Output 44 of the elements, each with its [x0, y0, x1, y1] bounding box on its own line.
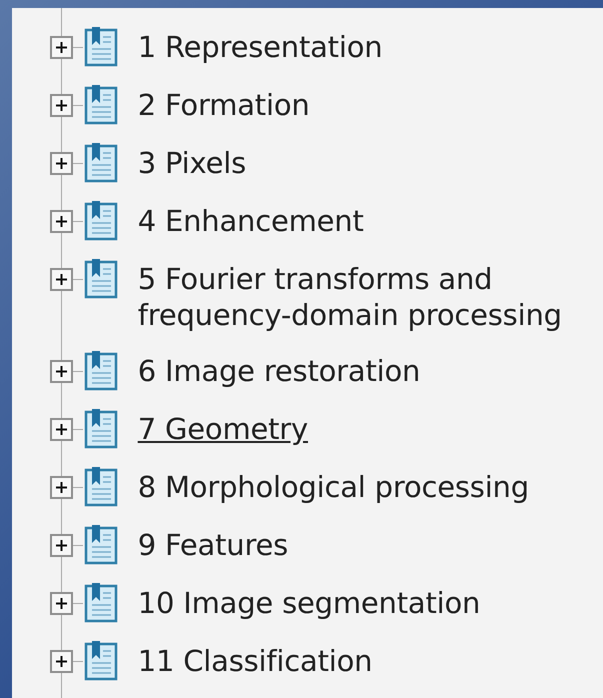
expand-button[interactable]: [50, 152, 73, 175]
plus-icon: [56, 274, 67, 285]
plus-icon: [56, 158, 67, 169]
plus-icon: [56, 366, 67, 377]
bookmark-icon: [84, 467, 118, 507]
bookmark-icon: [84, 201, 118, 241]
bookmark-item[interactable]: 2 Formation: [138, 87, 603, 123]
expand-button[interactable]: [50, 94, 73, 117]
bookmark-item[interactable]: 1 Representation: [138, 29, 603, 65]
plus-icon: [56, 216, 67, 227]
expand-button[interactable]: [50, 418, 73, 441]
expand-button[interactable]: [50, 210, 73, 233]
bookmark-item[interactable]: 4 Enhancement: [138, 203, 603, 239]
expand-button[interactable]: [50, 268, 73, 291]
bookmark-item[interactable]: 9 Features: [138, 527, 603, 563]
plus-icon: [56, 42, 67, 53]
expand-button[interactable]: [50, 592, 73, 615]
expand-button[interactable]: [50, 650, 73, 673]
bookmark-item[interactable]: 8 Morphological processing: [138, 469, 603, 505]
bookmark-item[interactable]: 6 Image restoration: [138, 353, 603, 389]
plus-icon: [56, 482, 67, 493]
bookmark-item[interactable]: 10 Image segmentation: [138, 585, 603, 621]
bookmark-icon: [84, 351, 118, 391]
plus-icon: [56, 656, 67, 667]
expand-button[interactable]: [50, 36, 73, 59]
bookmark-icon: [84, 27, 118, 67]
plus-icon: [56, 540, 67, 551]
bookmark-icon: [84, 641, 118, 681]
plus-icon: [56, 100, 67, 111]
bookmark-icon: [84, 583, 118, 623]
expand-button[interactable]: [50, 360, 73, 383]
bookmark-item[interactable]: 5 Fourier transforms and frequency-domain processing: [138, 261, 603, 333]
plus-icon: [56, 424, 67, 435]
expand-button[interactable]: [50, 534, 73, 557]
bookmark-icon: [84, 259, 118, 299]
bookmark-icon: [84, 85, 118, 125]
bookmark-icon: [84, 525, 118, 565]
bookmark-item[interactable]: 11 Classification: [138, 643, 603, 679]
bookmark-icon: [84, 409, 118, 449]
bookmark-item[interactable]: 7 Geometry: [138, 411, 603, 447]
bookmark-icon: [84, 143, 118, 183]
bookmark-item[interactable]: 3 Pixels: [138, 145, 603, 181]
expand-button[interactable]: [50, 476, 73, 499]
plus-icon: [56, 598, 67, 609]
